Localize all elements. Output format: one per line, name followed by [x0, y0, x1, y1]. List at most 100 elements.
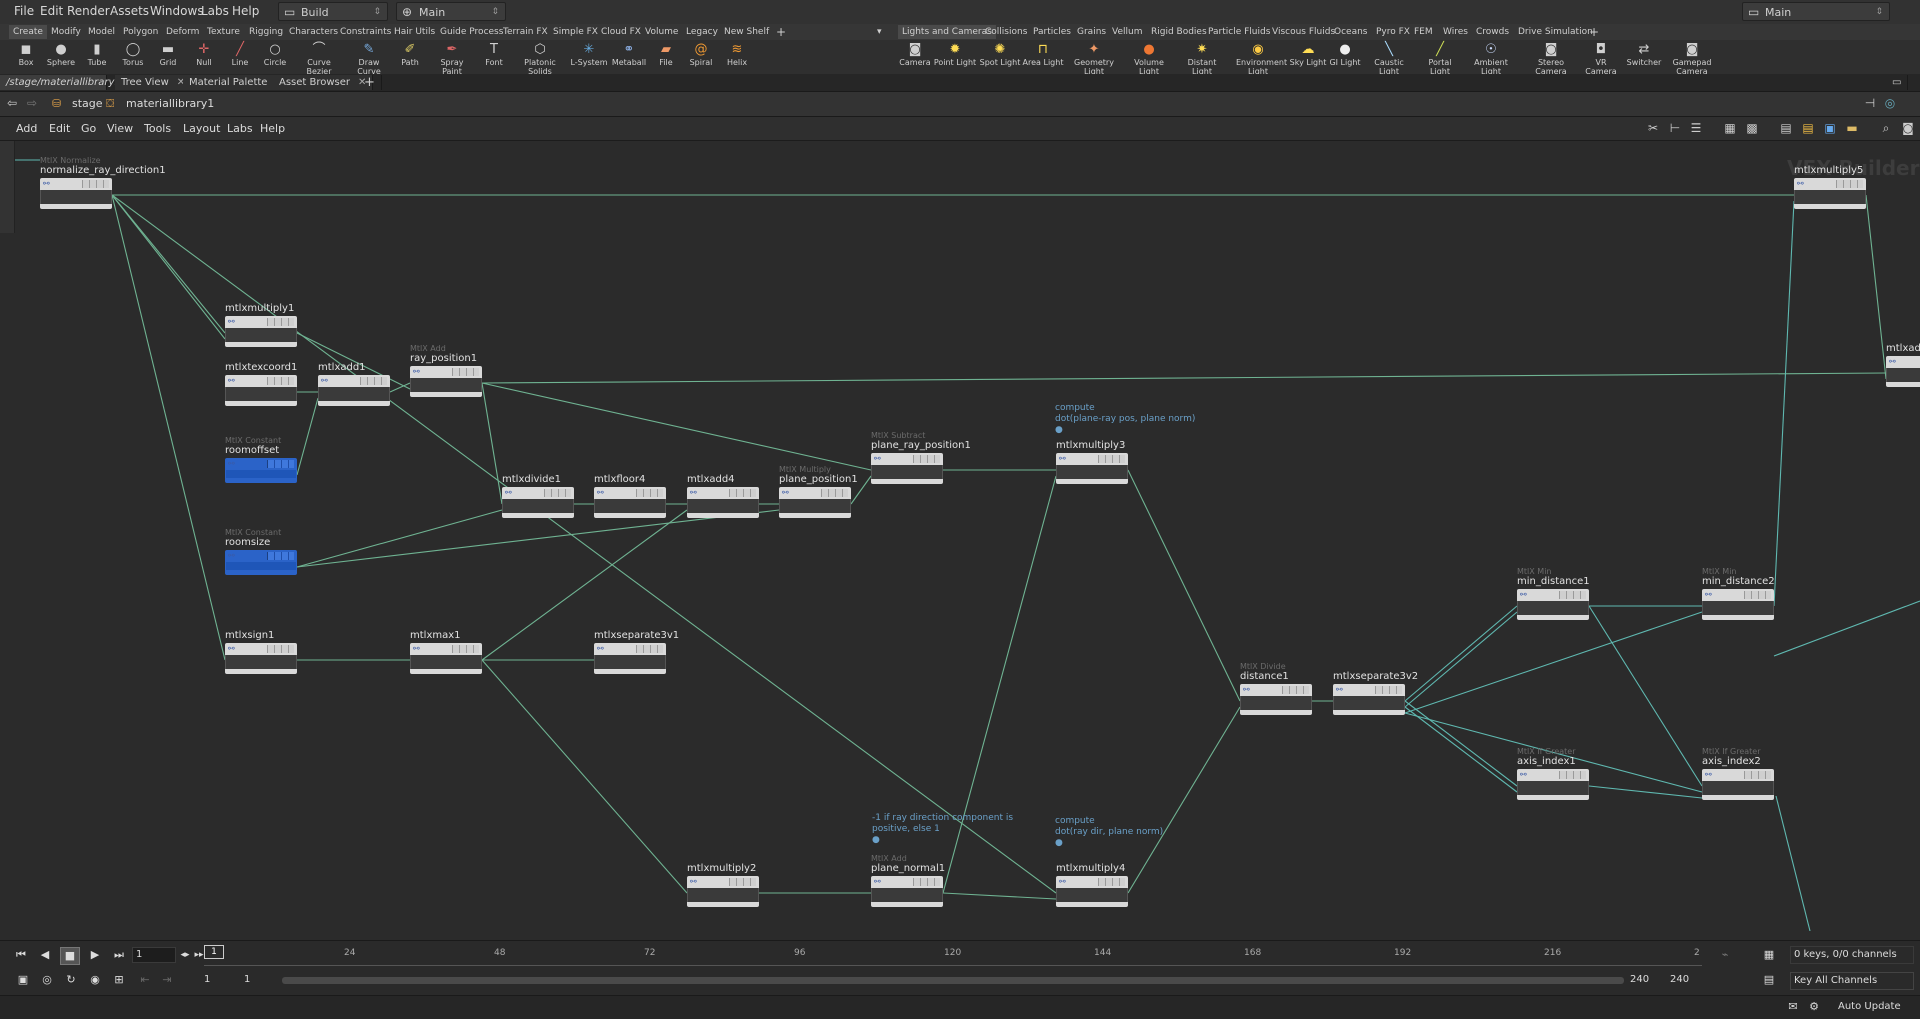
add-tab-icon[interactable]: + [358, 75, 382, 90]
node-header[interactable]: ⚯ [687, 487, 759, 499]
frame-range-icon[interactable]: ⊞ [110, 972, 128, 988]
graph-icon[interactable]: ▤ [1760, 972, 1778, 988]
node-ports[interactable] [1702, 601, 1774, 615]
node-flags[interactable] [1098, 455, 1125, 463]
wire[interactable] [1775, 795, 1811, 931]
node-header[interactable]: ⚯ [410, 643, 482, 655]
node-header[interactable]: ⚯ [225, 458, 297, 470]
shelf-tab-pyro-fx[interactable]: Pyro FX [1372, 25, 1414, 39]
node-header[interactable]: ⚯ [225, 316, 297, 328]
grid-view-icon[interactable]: ▦ [1722, 121, 1738, 136]
node-name-label[interactable]: mtlxdivide1 [502, 474, 561, 485]
node-axis-index1[interactable]: MtlX If Greater axis_index1 ⚯ [1517, 747, 1589, 800]
next-key-icon[interactable]: ⇥ [158, 972, 176, 988]
record-icon[interactable]: ◉ [86, 972, 104, 988]
node-flags[interactable] [544, 489, 571, 497]
node-flags[interactable] [1836, 180, 1863, 188]
node-name-label[interactable]: mtlxmultiply3 [1056, 440, 1125, 451]
comment-compute-ray-dot[interactable]: compute dot(ray dir, plane norm) ● [1055, 816, 1163, 849]
menu-render[interactable]: Render [67, 4, 110, 18]
node-flags[interactable] [82, 180, 109, 188]
node-header[interactable]: ⚯ [594, 643, 666, 655]
keys-status[interactable]: 0 keys, 0/0 channels [1790, 946, 1914, 964]
node-mtlxadd[interactable]: mtlxadd ⚯ [1886, 343, 1920, 387]
timeline-slider[interactable]: 1 24 48 72 96 120 144 168 192 216 2 [204, 945, 1702, 966]
tool-platonic-solids[interactable]: ⬡ Platonic Solids [518, 42, 562, 76]
tool-point-light[interactable]: ✹ Point Light [933, 42, 977, 67]
node-ports[interactable] [225, 387, 297, 401]
node-mtlxadd1[interactable]: mtlxadd1 ⚯ [318, 362, 390, 406]
wire[interactable] [1127, 469, 1241, 702]
node-roomoffset[interactable]: MtlX Constant roomoffset ⚯ [225, 436, 297, 483]
shelf-tab-volume[interactable]: Volume [641, 25, 682, 39]
current-frame-field[interactable]: 1 [132, 947, 176, 963]
node-name-label[interactable]: mtlxseparate3v2 [1333, 671, 1418, 682]
node-name-label[interactable]: normalize_ray_direction1 [40, 165, 166, 176]
shelf-tab-polygon[interactable]: Polygon [119, 25, 162, 39]
wire[interactable] [1773, 200, 1795, 607]
shelf-tab-particles[interactable]: Particles [1029, 25, 1075, 39]
menu-edit[interactable]: Edit [40, 4, 63, 18]
context-dropdown[interactable]: ⊕ Main ⇕ [396, 2, 506, 21]
tool-l-system[interactable]: ✳ L-System [567, 42, 611, 67]
play-forward-icon[interactable]: ▶ [86, 947, 104, 963]
shelf-tab-guide-process[interactable]: Guide Process [436, 25, 507, 39]
node-header[interactable]: ⚯ [410, 366, 482, 378]
node-ports[interactable] [871, 465, 943, 479]
node-name-label[interactable]: mtlxtexcoord1 [225, 362, 297, 373]
message-icon[interactable]: ✉ [1784, 999, 1802, 1015]
pin-icon[interactable]: ⊣ [1862, 96, 1878, 111]
node-flags[interactable] [1744, 771, 1771, 779]
wire[interactable] [481, 382, 503, 505]
menu-labs[interactable]: Labs [201, 4, 229, 18]
tool-area-light[interactable]: ⊓ Area Light [1021, 42, 1065, 67]
node-name-label[interactable]: plane_ray_position1 [871, 440, 971, 451]
node-flags[interactable] [452, 368, 479, 376]
node-name-label[interactable]: min_distance2 [1702, 576, 1775, 587]
node-plane-normal1[interactable]: MtlX Add plane_normal1 ⚯ [871, 854, 945, 907]
prev-key-icon[interactable]: ⇤ [136, 972, 154, 988]
node-name-label[interactable]: mtlxmultiply4 [1056, 863, 1125, 874]
node-ports[interactable] [594, 499, 666, 513]
node-ray-position1[interactable]: MtlX Add ray_position1 ⚯ [410, 344, 482, 397]
net-menu-tools[interactable]: Tools [144, 122, 171, 135]
node-flags[interactable] [267, 552, 294, 560]
node-ports[interactable] [502, 499, 574, 513]
tool-stereo-camera[interactable]: ◙ Stereo Camera [1529, 42, 1573, 76]
node-mtlxadd4[interactable]: mtlxadd4 ⚯ [687, 474, 759, 518]
shelf-tab-create[interactable]: Create [9, 25, 47, 39]
node-flags[interactable] [821, 489, 848, 497]
tool-volume-light[interactable]: ● Volume Light [1127, 42, 1171, 76]
node-name-label[interactable]: plane_position1 [779, 474, 858, 485]
tool-ambient-light[interactable]: ☉ Ambient Light [1469, 42, 1513, 76]
shelf-tab-characters[interactable]: Characters [285, 25, 342, 39]
node-header[interactable]: ⚯ [225, 375, 297, 387]
wire[interactable] [296, 397, 319, 476]
node-name-label[interactable]: mtlxadd4 [687, 474, 735, 485]
node-ports[interactable] [1794, 190, 1866, 204]
node-header[interactable]: ⚯ [1056, 876, 1128, 888]
net-menu-go[interactable]: Go [81, 122, 96, 135]
pane-layout-icon[interactable]: ▭ [1886, 75, 1909, 90]
node-name-label[interactable]: mtlxfloor4 [594, 474, 645, 485]
node-ports[interactable] [871, 888, 943, 902]
net-menu-add[interactable]: Add [16, 122, 37, 135]
node-header[interactable]: ⚯ [40, 178, 112, 190]
shelf-tab-particle-fluids[interactable]: Particle Fluids [1204, 25, 1274, 39]
node-name-label[interactable]: mtlxadd1 [318, 362, 366, 373]
breadcrumb-materiallibrary1[interactable]: ⛋ materiallibrary1 [106, 96, 214, 112]
node-ports[interactable] [225, 328, 297, 342]
wire[interactable] [942, 892, 1057, 900]
wire[interactable] [1404, 706, 1518, 793]
jump-start-icon[interactable]: ⏮ [12, 947, 30, 963]
node-mtlxtexcoord1[interactable]: mtlxtexcoord1 ⚯ [225, 362, 297, 406]
node-header[interactable]: ⚯ [1517, 589, 1589, 601]
node-mtlxmultiply1[interactable]: mtlxmultiply1 ⚯ [225, 303, 297, 347]
camera-view-icon[interactable]: ◙ [1900, 121, 1916, 136]
desktop-dropdown[interactable]: ▭ Build ⇕ [278, 2, 388, 21]
node-flags[interactable] [1375, 686, 1402, 694]
audio-icon[interactable]: ⌁ [1716, 947, 1734, 963]
shelf-tab-viscous-fluids[interactable]: Viscous Fluids [1268, 25, 1339, 39]
shelf-menu-arrow-icon[interactable]: ▾ [873, 25, 886, 39]
tool-draw-curve[interactable]: ✎ Draw Curve [347, 42, 391, 76]
